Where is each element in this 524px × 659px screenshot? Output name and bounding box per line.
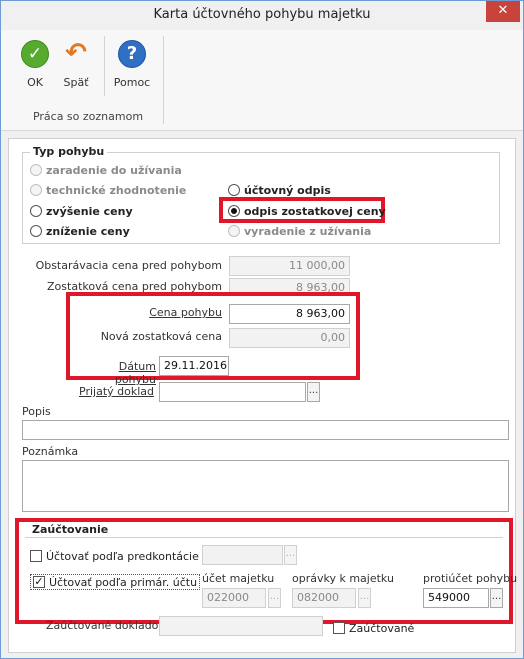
contra-account-label: protiúčet pohybu [423,572,518,585]
toolbar-separator [104,36,105,96]
check-circle-icon: ✓ [21,40,49,68]
radio-zaradenie[interactable]: zaradenie do užívania [30,163,182,177]
popis-field[interactable] [22,420,509,440]
radio-odpis-zostatkovej[interactable]: odpis zostatkovej ceny [228,204,386,218]
toolbar-group-separator [163,36,164,124]
price-label: Cena pohybu [149,306,222,319]
radio-uctovny-odpis[interactable]: účtovný odpis [228,183,331,197]
template-browse-button: ... [284,545,297,565]
radio-label: zaradenie do užívania [46,163,182,177]
document-browse-button[interactable]: ... [307,382,320,402]
depreciation-label: oprávky k majetku [292,572,394,585]
poznamka-field[interactable] [22,460,509,512]
acquisition-label: Obstarávacia cena pred pohybom [35,259,222,272]
depreciation-browse-button: ... [358,588,371,608]
radio-znizenie[interactable]: zníženie ceny [30,224,130,238]
radio-label: zvýšenie ceny [46,204,133,218]
radio-label: odpis zostatkovej ceny [244,204,386,218]
radio-vyradenie[interactable]: vyradenie z užívania [228,224,371,238]
close-icon[interactable]: ✕ [486,1,520,22]
radio-indicator [228,184,240,196]
accounting-divider [25,537,503,538]
movement-type-title: Typ pohybu [30,145,108,158]
radio-indicator [228,225,240,237]
document-label: Prijatý doklad [79,385,154,398]
ok-button-label: OK [27,76,43,89]
new-residual-field: 0,00 [229,328,350,348]
asset-account-label: účet majetku [202,572,275,585]
window-title: Karta účtovného pohybu majetku [153,7,371,22]
checkbox-label: Účtovať podľa primár. účtu [49,575,198,589]
date-field[interactable]: 29.11.2016 [159,356,229,376]
radio-indicator [30,184,42,196]
radio-technicke[interactable]: technické zhodnotenie [30,183,186,197]
contra-account-field[interactable]: 549000 [423,588,489,608]
checkbox-box: ✓ [33,575,45,588]
posted-docs-field [159,616,323,636]
posted-checkbox[interactable]: Zaúčtované [333,621,414,635]
price-field[interactable]: 8 963,00 [229,304,350,324]
help-button-label: Pomoc [113,76,151,89]
radio-indicator [30,225,42,237]
posted-docs-label: Zaúčtované dokladom [46,619,170,632]
undo-arrow-icon: ↶ [65,38,87,68]
back-button[interactable]: ↶ Späť [58,40,94,89]
asset-account-field: 022000 [202,588,266,608]
asset-account-browse-button: ... [268,588,281,608]
new-residual-label: Nová zostatková cena [100,330,222,343]
acquisition-field: 11 000,00 [229,256,350,276]
radio-zvysenie[interactable]: zvýšenie ceny [30,204,133,218]
radio-label: účtovný odpis [244,183,331,197]
contra-account-browse-button[interactable]: ... [490,588,503,608]
checkbox-label: Účtovať podľa predkontácie [46,549,199,563]
poznamka-label: Poznámka [22,445,79,458]
depreciation-field: 082000 [292,588,356,608]
template-field [202,545,283,565]
checkbox-box [333,622,345,634]
checkbox-label: Zaúčtované [349,621,415,635]
accounting-title: Zaúčtovanie [32,523,109,536]
back-button-label: Späť [63,76,89,89]
toolbar-group-label: Práca so zoznamom [32,110,144,123]
by-primary-checkbox[interactable]: ✓ Účtovať podľa primár. účtu [30,574,201,590]
radio-indicator [30,164,42,176]
radio-label: vyradenie z užívania [244,224,372,238]
popis-label: Popis [22,405,51,418]
radio-label: zníženie ceny [46,224,130,238]
question-circle-icon: ? [118,40,146,68]
checkbox-box [30,550,42,562]
radio-label: technické zhodnotenie [46,183,187,197]
radio-indicator [228,205,240,217]
date-label: Dátum pohybu [114,360,156,386]
ok-button[interactable]: ✓ OK [18,40,52,89]
radio-indicator [30,205,42,217]
document-field[interactable] [159,382,306,402]
by-template-checkbox[interactable]: Účtovať podľa predkontácie [30,549,199,563]
help-button[interactable]: ? Pomoc [110,40,154,89]
